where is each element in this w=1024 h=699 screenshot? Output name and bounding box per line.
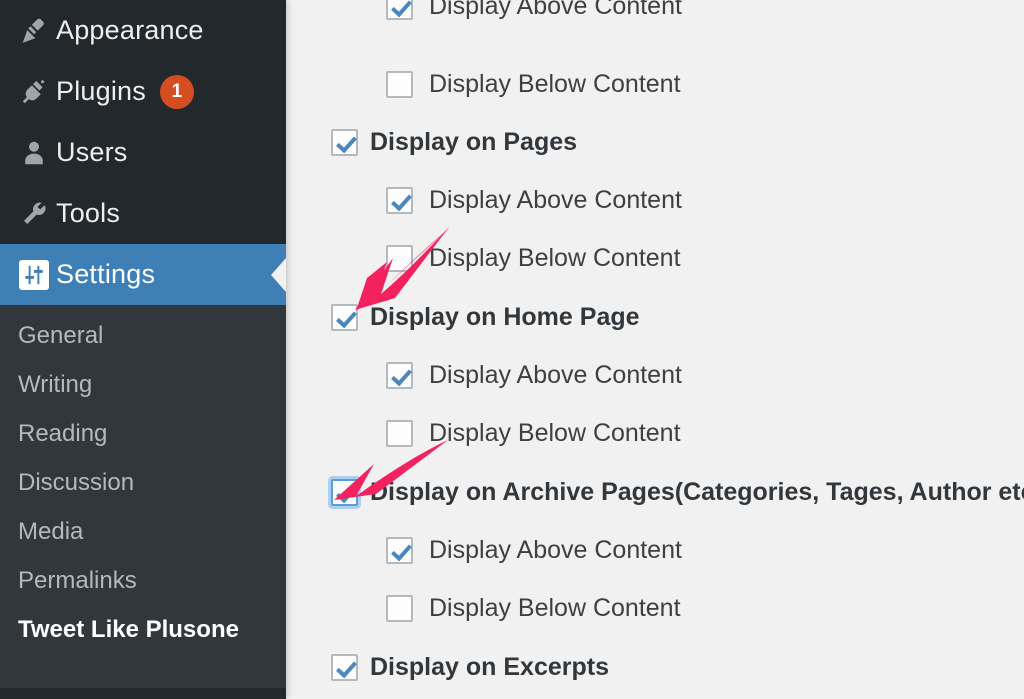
admin-sidebar: Appearance Plugins 1 Users Tools Settings Gen… (0, 0, 286, 699)
checkbox-label-display-above-content-archive[interactable]: Display Above Content (429, 536, 682, 565)
user-icon (12, 138, 56, 168)
checkbox-display-above-content-home[interactable] (386, 362, 413, 389)
submenu-item-label: Media (18, 517, 84, 545)
submenu-item-label: Discussion (18, 468, 135, 496)
submenu-item-tweet-like-plusone[interactable]: Tweet Like Plusone (0, 605, 286, 654)
submenu-item-discussion[interactable]: Discussion (0, 458, 286, 507)
sidebar-item-settings[interactable]: Settings (0, 244, 286, 305)
sidebar-item-label: Settings (56, 259, 156, 289)
plug-icon (12, 77, 56, 107)
checkbox-display-below-content-home[interactable] (386, 420, 413, 447)
sidebar-item-tools[interactable]: Tools (0, 183, 286, 244)
sliders-icon (12, 259, 56, 290)
admin-menu-top-level: Appearance Plugins 1 Users Tools Settings (0, 0, 286, 305)
checkbox-label-display-above-content-posts[interactable]: Display Above Content (429, 0, 682, 21)
checkbox-label-display-below-content-pages[interactable]: Display Below Content (429, 244, 681, 273)
checkbox-display-on-excerpts[interactable] (331, 654, 358, 681)
option-row-display-above-content-archive: Display Above Content (286, 536, 682, 565)
checkbox-display-on-home-page[interactable] (331, 304, 358, 331)
option-row-display-above-content-home: Display Above Content (286, 361, 682, 390)
submenu-item-label: General (18, 321, 104, 349)
option-row-display-below-content-home: Display Below Content (286, 419, 681, 448)
submenu-item-general[interactable]: General (0, 311, 286, 360)
checkbox-display-above-content-archive[interactable] (386, 537, 413, 564)
option-row-display-on-archive-pages: Display on Archive Pages(Categories, Tag… (286, 478, 1024, 507)
submenu-item-writing[interactable]: Writing (0, 360, 286, 409)
checkbox-display-on-archive-pages[interactable] (331, 479, 358, 506)
checkbox-label-display-above-content-home[interactable]: Display Above Content (429, 361, 682, 390)
checkbox-display-below-content-posts[interactable] (386, 71, 413, 98)
checkbox-label-display-above-content-pages[interactable]: Display Above Content (429, 186, 682, 215)
sidebar-item-users[interactable]: Users (0, 122, 286, 183)
wrench-icon (12, 199, 56, 229)
sidebar-bottom-strip (0, 688, 286, 699)
paintbrush-icon (12, 16, 56, 46)
submenu-item-reading[interactable]: Reading (0, 409, 286, 458)
checkbox-label-display-on-home-page[interactable]: Display on Home Page (370, 303, 640, 332)
checkbox-label-display-on-excerpts[interactable]: Display on Excerpts (370, 653, 609, 682)
checkbox-display-on-pages[interactable] (331, 129, 358, 156)
checkbox-label-display-below-content-home[interactable]: Display Below Content (429, 419, 681, 448)
checkbox-label-display-below-content-posts[interactable]: Display Below Content (429, 70, 681, 99)
option-row-display-above-content-pages: Display Above Content (286, 186, 682, 215)
checkbox-display-below-content-pages[interactable] (386, 245, 413, 272)
checkbox-label-display-below-content-archive[interactable]: Display Below Content (429, 594, 681, 623)
checkbox-label-display-on-pages[interactable]: Display on Pages (370, 128, 577, 157)
sidebar-item-label: Plugins (56, 76, 146, 106)
checkbox-display-above-content-pages[interactable] (386, 187, 413, 214)
option-row-display-below-content-posts: Display Below Content (286, 70, 681, 99)
submenu-item-label: Permalinks (18, 566, 137, 594)
sidebar-item-label: Users (56, 137, 128, 167)
option-row-display-above-content-posts: Display Above Content (286, 0, 682, 21)
current-menu-pointer (271, 257, 286, 292)
settings-options-panel: Display Above Content Display Below Conte… (286, 0, 1024, 699)
submenu-item-media[interactable]: Media (0, 507, 286, 556)
option-row-display-below-content-archive: Display Below Content (286, 594, 681, 623)
sidebar-item-plugins[interactable]: Plugins 1 (0, 61, 286, 122)
sidebar-item-appearance[interactable]: Appearance (0, 0, 286, 61)
option-row-display-on-home-page: Display on Home Page (286, 303, 640, 332)
submenu-item-label: Tweet Like Plusone (18, 615, 239, 643)
checkbox-display-above-content-posts[interactable] (386, 0, 413, 20)
sidebar-item-label: Tools (56, 198, 121, 228)
checkbox-label-display-on-archive-pages[interactable]: Display on Archive Pages(Categories, Tag… (370, 478, 1024, 507)
submenu-item-permalinks[interactable]: Permalinks (0, 556, 286, 605)
checkbox-display-below-content-archive[interactable] (386, 595, 413, 622)
sidebar-item-label: Appearance (56, 15, 204, 45)
option-row-display-below-content-pages: Display Below Content (286, 244, 681, 273)
submenu-item-label: Writing (18, 370, 93, 398)
option-row-display-on-excerpts: Display on Excerpts (286, 653, 609, 682)
settings-submenu: General Writing Reading Discussion Media Perm… (0, 305, 286, 654)
plugins-update-badge: 1 (159, 74, 194, 109)
option-row-display-on-pages: Display on Pages (286, 128, 577, 157)
submenu-item-label: Reading (18, 419, 108, 447)
